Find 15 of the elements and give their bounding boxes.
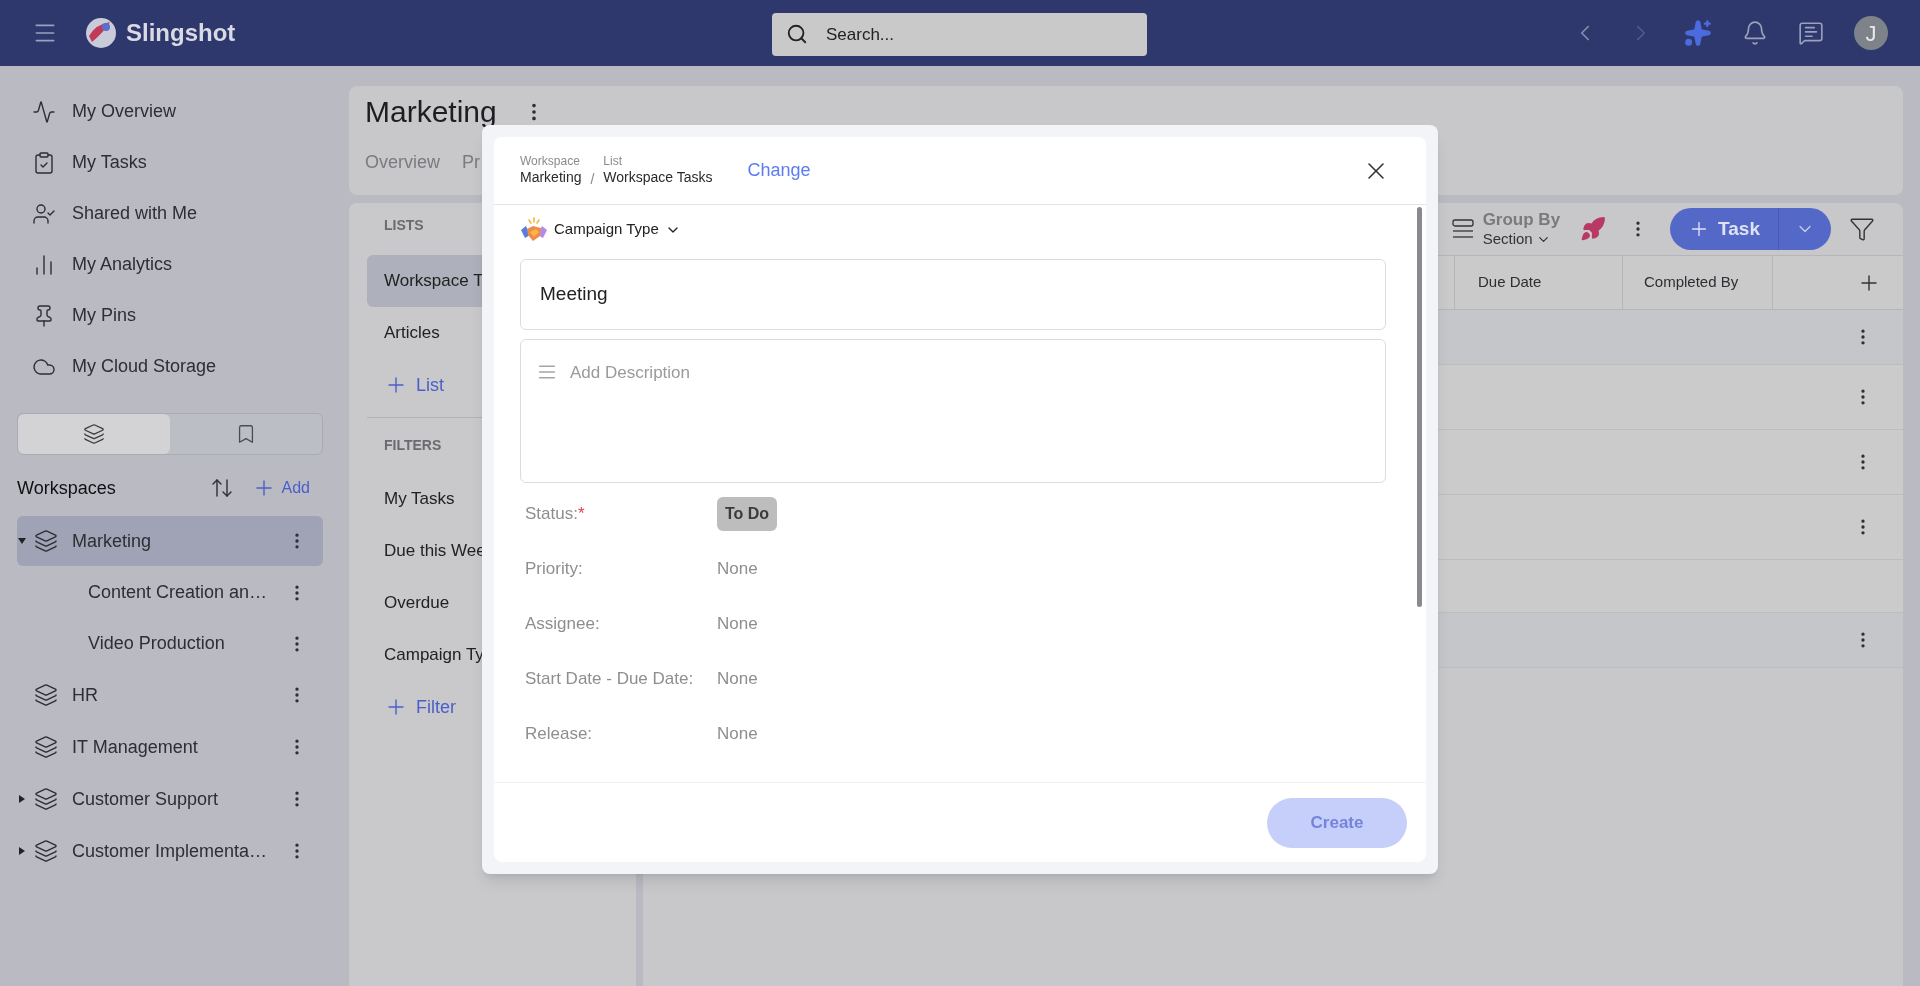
breadcrumb-caption: Workspace [520,154,581,170]
filters-heading: FILTERS [384,436,442,455]
field-label: Status:* [525,502,586,525]
page-title: Marketing [365,97,497,127]
breadcrumb-item: Marketing [520,169,582,187]
breadcrumb-item: Workspace Tasks [603,169,713,187]
app-name: Slingshot [126,18,236,48]
breadcrumb-separator: / [590,170,595,189]
field-label: Start Date - Due Date: [525,667,695,690]
workspaces-heading: Workspaces [17,476,116,500]
field-label: Priority: [525,557,584,580]
field-label: Release: [525,722,594,745]
field-label: Assignee: [525,612,601,635]
breadcrumb-caption: List [603,154,624,170]
lists-heading: LISTS [384,216,424,235]
